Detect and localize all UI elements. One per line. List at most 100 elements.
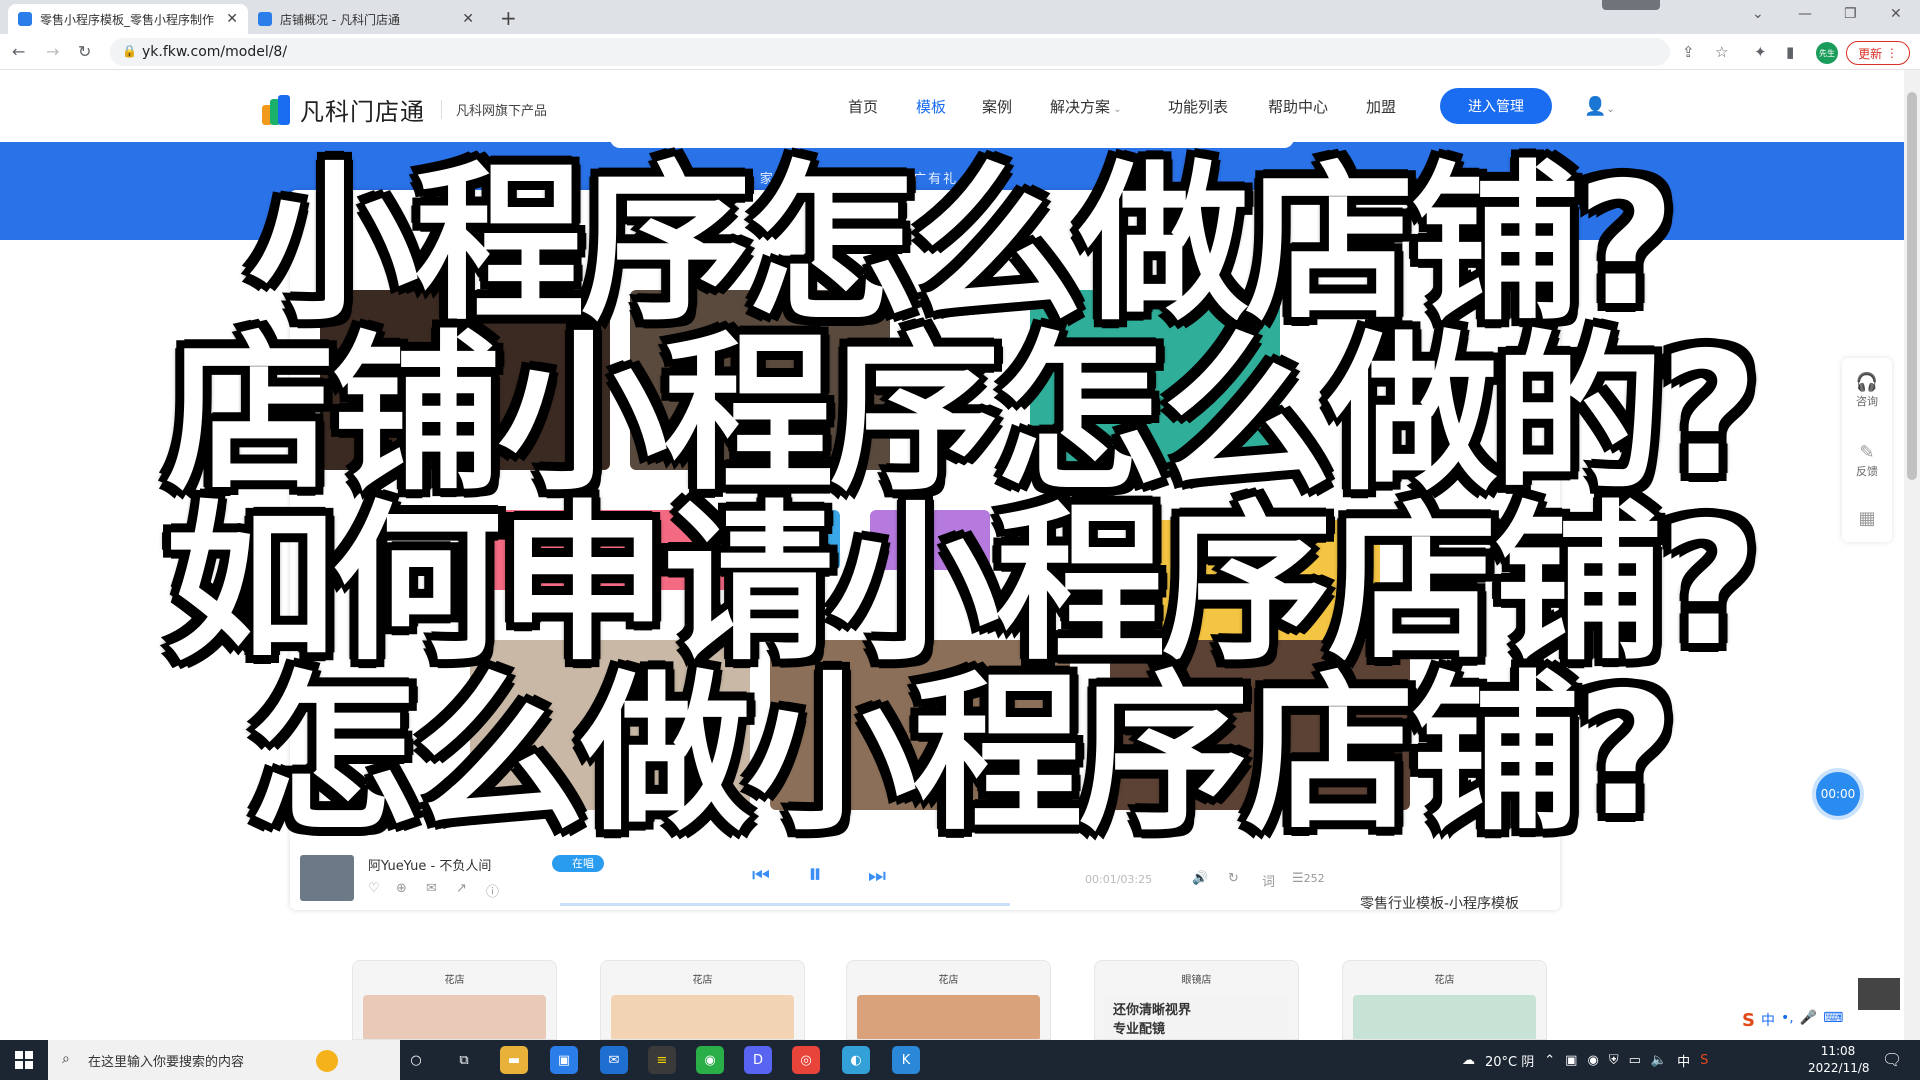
browser-tab-bar: 零售小程序模板_零售小程序制作 ✕ 店铺概况 - 凡科门店通 ✕ + ⌄ — ❐…: [0, 0, 1920, 34]
chevron-up-icon[interactable]: ⌃: [1544, 1053, 1555, 1068]
preview-image: [1030, 290, 1280, 470]
card-title: 花店: [938, 975, 959, 986]
forward-icon[interactable]: →: [46, 42, 59, 61]
live-badge[interactable]: 在唱: [552, 855, 604, 872]
sogou-ime-icon: S: [1742, 1010, 1755, 1031]
page-scrollbar-thumb[interactable]: [1907, 92, 1917, 480]
chrome-icon[interactable]: ◎: [792, 1046, 820, 1074]
pause-icon[interactable]: ⏸: [808, 857, 822, 891]
nav-solutions-label: 解决方案: [1050, 98, 1111, 116]
logo-subtitle: 凡科网旗下产品: [441, 100, 547, 119]
reload-icon[interactable]: ↻: [78, 42, 91, 61]
recording-timer[interactable]: 00:00: [1816, 772, 1860, 816]
profile-avatar[interactable]: 先生: [1816, 42, 1838, 64]
close-window-button[interactable]: ✕: [1890, 6, 1902, 22]
tab-store-overview[interactable]: 店铺概况 - 凡科门店通 ✕: [248, 4, 484, 34]
ime-indicator[interactable]: 中: [1677, 1051, 1690, 1070]
site-logo[interactable]: 凡科门店通 凡科网旗下产品: [262, 92, 547, 127]
qrcode-icon: ▦: [1858, 508, 1876, 529]
lock-icon: 🔒: [122, 44, 137, 58]
nav-features[interactable]: 功能列表: [1168, 96, 1228, 117]
wechat-icon[interactable]: ◉: [696, 1046, 724, 1074]
lyrics-icon[interactable]: 词: [1262, 871, 1275, 890]
notes-app-icon[interactable]: ≡: [648, 1046, 676, 1074]
cortana-icon[interactable]: ○: [402, 1046, 430, 1074]
comment-icon[interactable]: ✉: [426, 881, 437, 896]
previous-track-icon[interactable]: ⏮: [752, 863, 770, 887]
dingtalk-icon[interactable]: D: [744, 1046, 772, 1074]
update-button[interactable]: 更新 ⋮: [1846, 41, 1910, 65]
consult-button[interactable]: 🎧 咨询: [1842, 372, 1892, 409]
microphone-icon: 🎤: [1799, 1010, 1818, 1026]
share-icon[interactable]: ⇪: [1682, 43, 1695, 61]
template-card[interactable]: 花店: [846, 960, 1051, 1040]
playback-time: 00:01/03:25: [1085, 873, 1153, 886]
bookmark-star-icon[interactable]: ☆: [1715, 43, 1728, 61]
speaker-icon[interactable]: 🔈: [1651, 1053, 1667, 1068]
weather-text[interactable]: 20°C 阴: [1485, 1051, 1534, 1070]
preview-image: [760, 510, 840, 570]
url-text: yk.fkw.com/model/8/: [142, 44, 288, 60]
site-header: 凡科门店通 凡科网旗下产品 首页 模板 案例 解决方案 ⌄ 功能列表 帮助中心 …: [0, 70, 1904, 142]
k-app-icon[interactable]: K: [892, 1046, 920, 1074]
consult-label: 咨询: [1856, 395, 1878, 408]
tray-app-icon[interactable]: ◉: [1587, 1053, 1598, 1068]
card-preview: [857, 995, 1040, 1039]
next-track-icon[interactable]: ⏭: [868, 863, 886, 887]
nav-home[interactable]: 首页: [848, 96, 878, 117]
template-card[interactable]: 花店: [352, 960, 557, 1040]
address-bar[interactable]: 🔒 yk.fkw.com/model/8/: [110, 38, 1670, 66]
banner-category-links[interactable]: 热门 行业 美食/饮 家政 宠物服务 预约 推广有礼: [630, 168, 958, 187]
template-card[interactable]: 花店: [1342, 960, 1547, 1040]
progress-bar[interactable]: [560, 903, 1010, 906]
user-icon[interactable]: 👤⌄: [1584, 96, 1615, 117]
new-tab-button[interactable]: +: [500, 6, 517, 30]
store-icon[interactable]: ▣: [550, 1046, 578, 1074]
pencil-icon: ✎: [1859, 442, 1875, 463]
close-tab-icon[interactable]: ✕: [462, 11, 474, 27]
start-button[interactable]: [0, 1040, 48, 1080]
shield-icon[interactable]: ⛨: [1609, 1053, 1619, 1068]
nav-solutions[interactable]: 解决方案 ⌄: [1050, 96, 1122, 117]
task-view-icon[interactable]: ⧉: [450, 1046, 478, 1074]
nav-cases[interactable]: 案例: [982, 96, 1012, 117]
close-tab-icon[interactable]: ✕: [226, 11, 238, 27]
nav-templates[interactable]: 模板: [916, 96, 946, 117]
extensions-icon[interactable]: ✦: [1754, 43, 1767, 61]
like-icon[interactable]: ♡: [368, 881, 380, 896]
notification-icon[interactable]: 🗨: [1882, 1050, 1902, 1069]
feedback-button[interactable]: ✎ 反馈: [1842, 442, 1892, 479]
template-card[interactable]: 眼镜店 还你清晰视界 专业配镜: [1094, 960, 1299, 1040]
template-card[interactable]: 花店: [600, 960, 805, 1040]
tab-retail-template[interactable]: 零售小程序模板_零售小程序制作 ✕: [8, 4, 248, 34]
loop-icon[interactable]: ↻: [1228, 871, 1239, 886]
restore-button[interactable]: ❐: [1844, 6, 1857, 22]
share-icon[interactable]: ↗: [456, 881, 467, 896]
ime-toolbar[interactable]: S 中 •, 🎤 ⌨: [1742, 1010, 1843, 1031]
tab-search-icon[interactable]: ⌄: [1752, 6, 1764, 22]
mail-icon[interactable]: ✉: [600, 1046, 628, 1074]
card-preview: [1353, 995, 1536, 1039]
nav-help[interactable]: 帮助中心: [1268, 96, 1328, 117]
playlist-icon[interactable]: ☰252: [1292, 871, 1325, 886]
banner-search-box[interactable]: [610, 134, 1294, 148]
volume-icon[interactable]: 🔊: [1192, 871, 1208, 886]
minimize-button[interactable]: —: [1798, 6, 1812, 22]
nav-join[interactable]: 加盟: [1366, 96, 1396, 117]
qrcode-button[interactable]: ▦: [1842, 508, 1892, 529]
system-clock[interactable]: 11:08 2022/11/8: [1808, 1043, 1870, 1077]
back-icon[interactable]: ←: [12, 42, 25, 61]
network-icon[interactable]: ▭: [1629, 1053, 1641, 1068]
collect-icon[interactable]: ⊕: [396, 881, 407, 896]
taskbar-search-box[interactable]: ⌕ 在这里输入你要搜索的内容: [48, 1040, 400, 1080]
floating-widget[interactable]: [1858, 978, 1900, 1010]
enter-management-button[interactable]: 进入管理: [1440, 88, 1552, 124]
file-explorer-icon[interactable]: ▬: [500, 1046, 528, 1074]
browser-app-icon[interactable]: ◐: [842, 1046, 870, 1074]
sogou-tray-icon[interactable]: S: [1700, 1053, 1708, 1068]
info-icon[interactable]: ⓘ: [486, 881, 499, 900]
side-panel-icon[interactable]: ▮: [1786, 43, 1794, 61]
clock-date: 2022/11/8: [1808, 1061, 1870, 1075]
search-placeholder: 在这里输入你要搜索的内容: [88, 1054, 245, 1070]
tray-app-icon[interactable]: ▣: [1565, 1053, 1577, 1068]
